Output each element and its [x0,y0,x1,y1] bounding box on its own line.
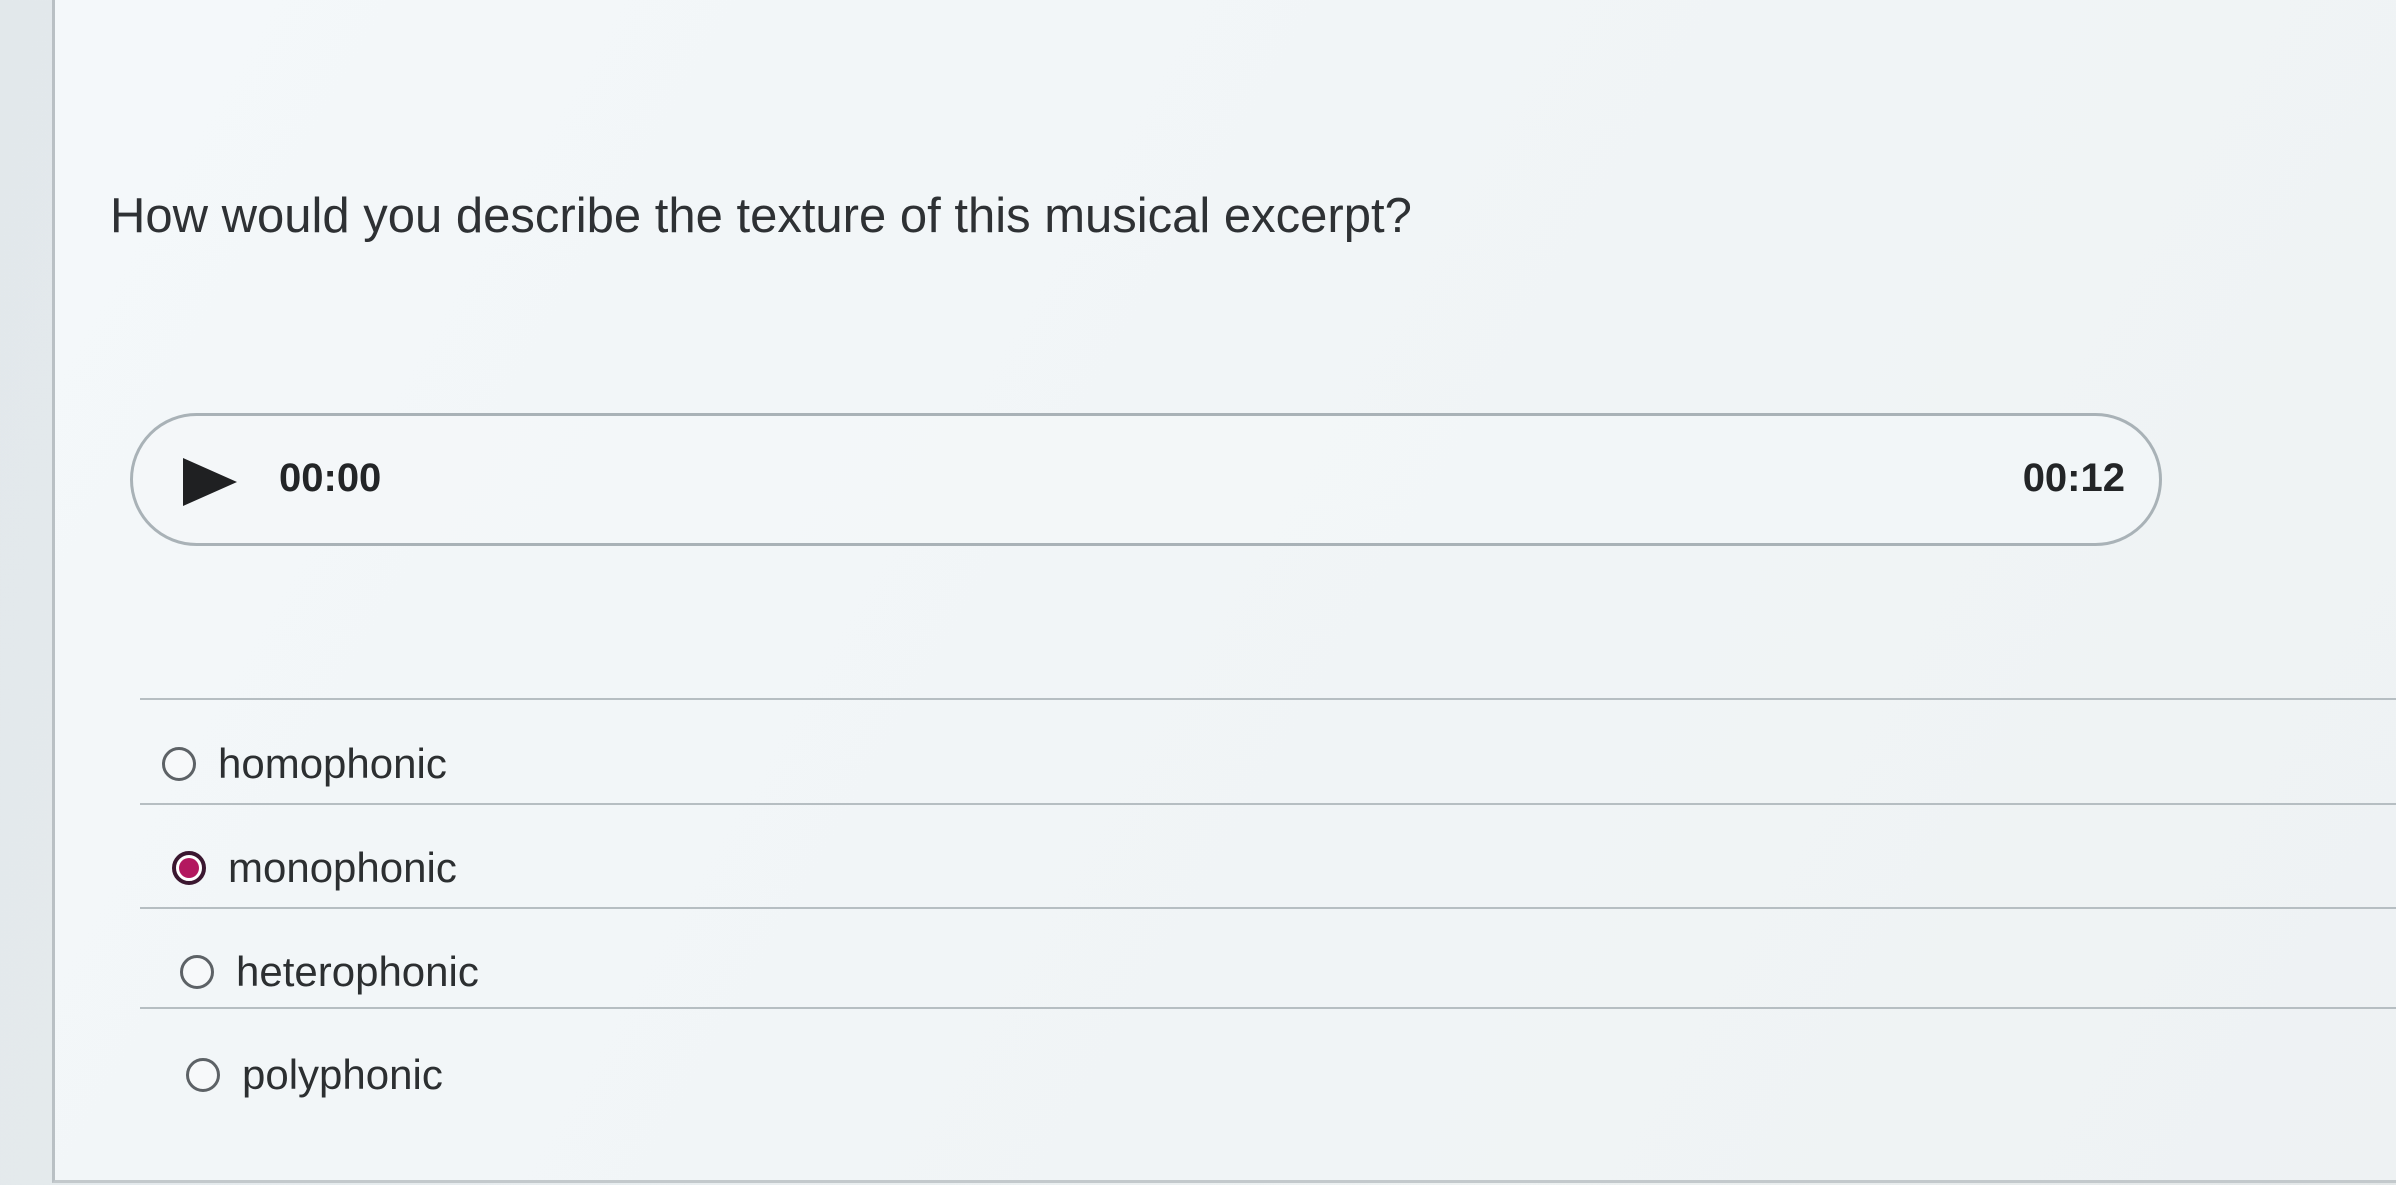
radio-button[interactable] [186,1058,220,1092]
answer-option-heterophonic[interactable]: heterophonic [180,937,1380,1007]
radio-button-selected[interactable] [172,851,206,885]
answer-option-label: polyphonic [242,1051,443,1098]
duration-time: 00:12 [2022,456,2125,500]
answer-option-label: heterophonic [236,948,479,995]
radio-button[interactable] [180,955,214,989]
divider [140,1007,2396,1009]
answer-option-label: homophonic [218,740,447,787]
answer-option-homophonic[interactable]: homophonic [162,729,1362,799]
answer-option-monophonic[interactable]: monophonic [172,833,1372,903]
answer-option-label: monophonic [228,844,457,891]
divider [140,907,2396,909]
answer-option-polyphonic[interactable]: polyphonic [186,1040,1386,1110]
current-time: 00:00 [279,456,382,500]
play-icon[interactable] [183,458,237,506]
radio-button[interactable] [162,747,196,781]
divider [140,803,2396,805]
question-text: How would you describe the texture of th… [110,189,1412,243]
divider [140,698,2396,700]
radio-selected-dot [179,858,199,878]
audio-player: 00:00 00:12 [130,413,2162,546]
